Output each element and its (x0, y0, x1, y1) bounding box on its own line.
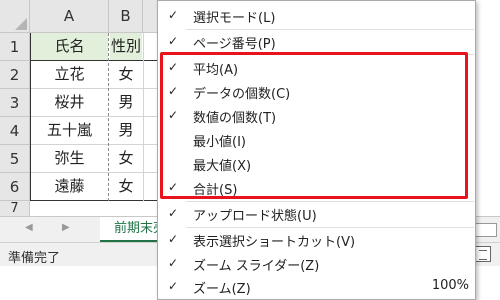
page-layout-view-icon[interactable] (475, 246, 491, 262)
table-border (30, 60, 158, 61)
status-text: 準備完了 (8, 251, 61, 266)
table-border (30, 200, 158, 201)
checkmark-icon: ✓ (168, 34, 179, 48)
menu-item-label: 表示選択ショートカット(V) (193, 235, 356, 250)
cell-b5[interactable]: 女 (110, 145, 142, 172)
menu-item-label: ズーム(Z) (193, 282, 251, 297)
gridline (30, 172, 158, 173)
row-header-1[interactable]: 1 (0, 33, 30, 61)
tab-scroll-left-icon[interactable]: ◀ (25, 222, 33, 233)
row-header-5[interactable]: 5 (0, 145, 30, 173)
table-border (30, 33, 31, 201)
row-header-3[interactable]: 3 (0, 89, 30, 117)
tab-scroll-right-icon[interactable]: ▶ (62, 222, 70, 233)
gridline (108, 33, 109, 201)
checkmark-icon: ✓ (168, 256, 179, 270)
cell-b1[interactable]: 性別 (110, 33, 142, 60)
cell-b2[interactable]: 女 (110, 61, 142, 88)
column-header-b[interactable]: B (109, 0, 143, 33)
select-all-corner[interactable] (0, 0, 30, 33)
gridline (30, 88, 158, 89)
checkmark-icon: ✓ (168, 232, 179, 246)
menu-item-zoom[interactable]: ✓ ズーム(Z) 100% (158, 275, 475, 299)
cell-a5[interactable]: 弥生 (31, 145, 108, 172)
gridline (30, 116, 158, 117)
cell-a3[interactable]: 桜井 (31, 89, 108, 116)
gridline (143, 33, 144, 201)
row-header-7[interactable]: 7 (0, 201, 30, 217)
checkmark-icon: ✓ (168, 279, 179, 293)
column-header-a[interactable]: A (30, 0, 109, 33)
horizontal-scrollbar[interactable] (475, 223, 497, 237)
menu-item-selection-mode[interactable]: ✓ 選択モード(L) (158, 4, 475, 28)
row-header-6[interactable]: 6 (0, 173, 30, 201)
menu-item-upload-status[interactable]: ✓ アップロード状態(U) (158, 202, 475, 226)
row-header-4[interactable]: 4 (0, 117, 30, 145)
highlight-annotation-box (160, 52, 468, 199)
row-header-2[interactable]: 2 (0, 61, 30, 89)
cell-b3[interactable]: 男 (110, 89, 142, 116)
checkmark-icon: ✓ (168, 8, 179, 22)
cell-b4[interactable]: 男 (110, 117, 142, 144)
menu-item-label: 選択モード(L) (193, 11, 276, 26)
cell-b6[interactable]: 女 (110, 173, 142, 200)
cell-a2[interactable]: 立花 (31, 61, 108, 88)
sheet-tab[interactable]: 前期末売 (100, 217, 162, 243)
gridline (30, 144, 158, 145)
cell-a4[interactable]: 五十嵐 (31, 117, 108, 144)
checkmark-icon: ✓ (168, 206, 179, 220)
menu-item-label: ページ番号(P) (193, 37, 276, 52)
menu-item-view-shortcuts[interactable]: ✓ 表示選択ショートカット(V) (158, 228, 475, 252)
menu-item-zoom-slider[interactable]: ✓ ズーム スライダー(Z) (158, 252, 475, 276)
zoom-value: 100% (431, 278, 469, 293)
cell-a6[interactable]: 遠藤 (31, 173, 108, 200)
cell-a1[interactable]: 氏名 (31, 33, 108, 60)
menu-item-page-number[interactable]: ✓ ページ番号(P) (158, 30, 475, 54)
menu-item-label: ズーム スライダー(Z) (193, 259, 320, 274)
menu-item-label: アップロード状態(U) (193, 209, 317, 224)
